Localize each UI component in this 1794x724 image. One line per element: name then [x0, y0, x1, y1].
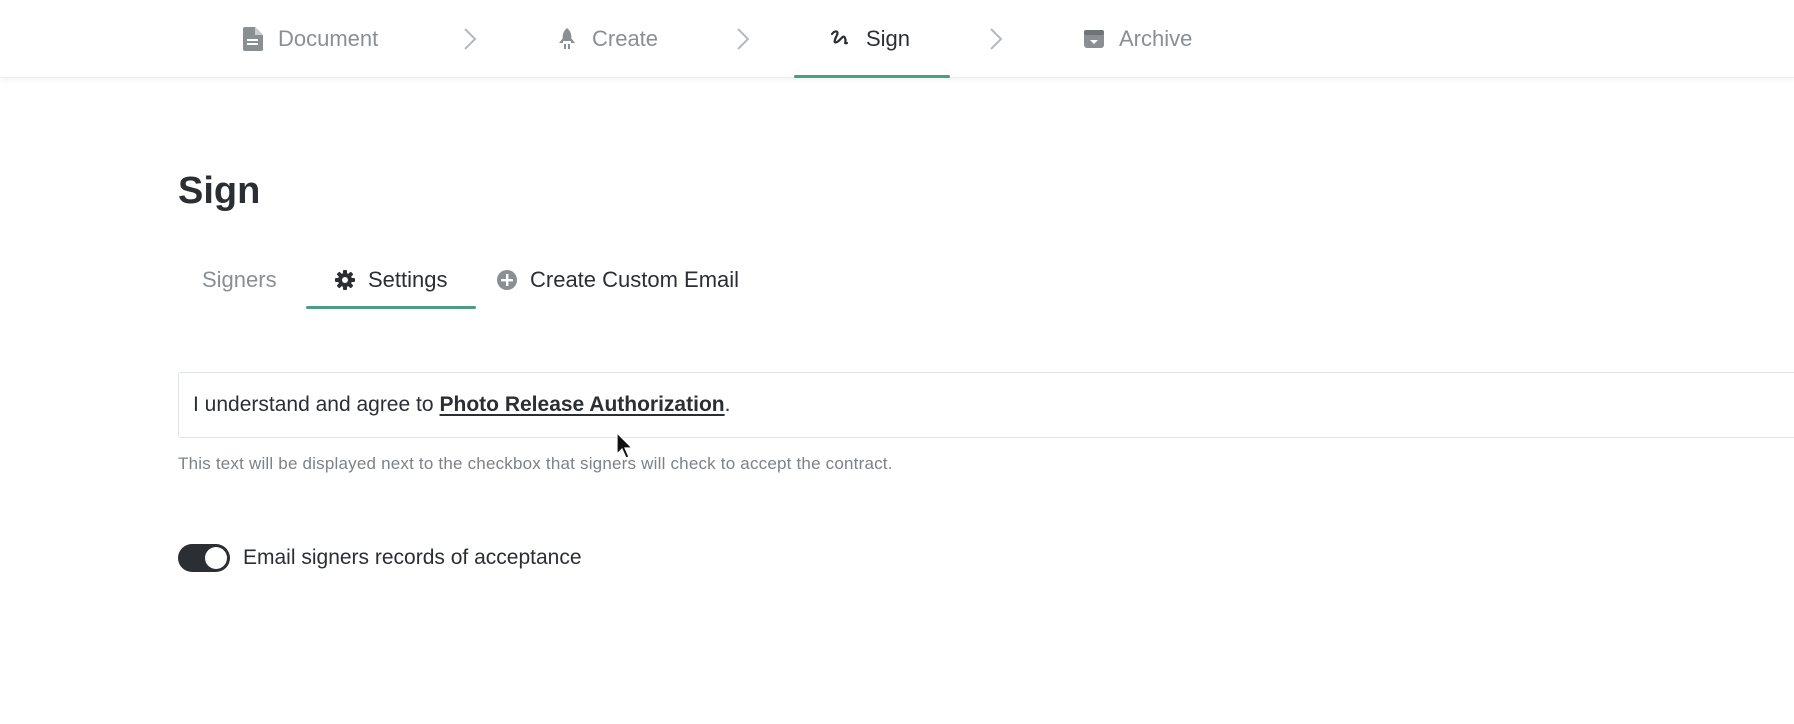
- tab-create-custom-email[interactable]: Create Custom Email: [496, 252, 739, 308]
- step-document[interactable]: Document: [242, 0, 378, 78]
- email-records-label: Email signers records of acceptance: [243, 546, 582, 569]
- chevron-right-icon: [737, 28, 750, 50]
- tab-signers[interactable]: Signers: [202, 252, 277, 308]
- settings-tabs: Signers Settings Create Custom Email: [178, 252, 778, 309]
- toggle-knob: [205, 547, 227, 569]
- page-title: Sign: [178, 170, 261, 212]
- agreement-document-link[interactable]: Photo Release Authorization: [440, 393, 725, 417]
- email-records-setting: Email signers records of acceptance: [178, 542, 582, 574]
- progress-stepper: Document Create Sign Archive: [0, 0, 1794, 78]
- agreement-helper-text: This text will be displayed next to the …: [178, 454, 893, 473]
- step-label: Archive: [1119, 26, 1193, 51]
- document-icon: [242, 27, 264, 51]
- step-archive[interactable]: Archive: [1083, 0, 1192, 78]
- step-create[interactable]: Create: [556, 0, 658, 78]
- chevron-right-icon: [990, 28, 1003, 50]
- chevron-right-icon: [464, 28, 477, 50]
- email-records-toggle[interactable]: [178, 544, 230, 572]
- gear-icon: [334, 269, 356, 291]
- step-label: Document: [278, 26, 379, 51]
- tab-label: Create Custom Email: [530, 267, 740, 292]
- plus-circle-icon: [496, 269, 518, 291]
- agreement-suffix: .: [724, 393, 731, 416]
- rocket-icon: [556, 28, 578, 50]
- mouse-pointer-icon: [616, 432, 634, 459]
- step-label: Create: [592, 26, 659, 51]
- archive-box-icon: [1083, 28, 1105, 50]
- tab-label: Signers: [202, 267, 277, 292]
- agreement-text-field[interactable]: I understand and agree to Photo Release …: [178, 372, 1794, 438]
- tab-settings[interactable]: Settings: [306, 252, 475, 309]
- tab-label: Settings: [368, 267, 448, 292]
- agreement-prefix: I understand and agree to: [193, 393, 434, 416]
- step-sign[interactable]: Sign: [793, 0, 951, 78]
- signature-icon: [830, 28, 852, 50]
- step-label: Sign: [866, 26, 911, 51]
